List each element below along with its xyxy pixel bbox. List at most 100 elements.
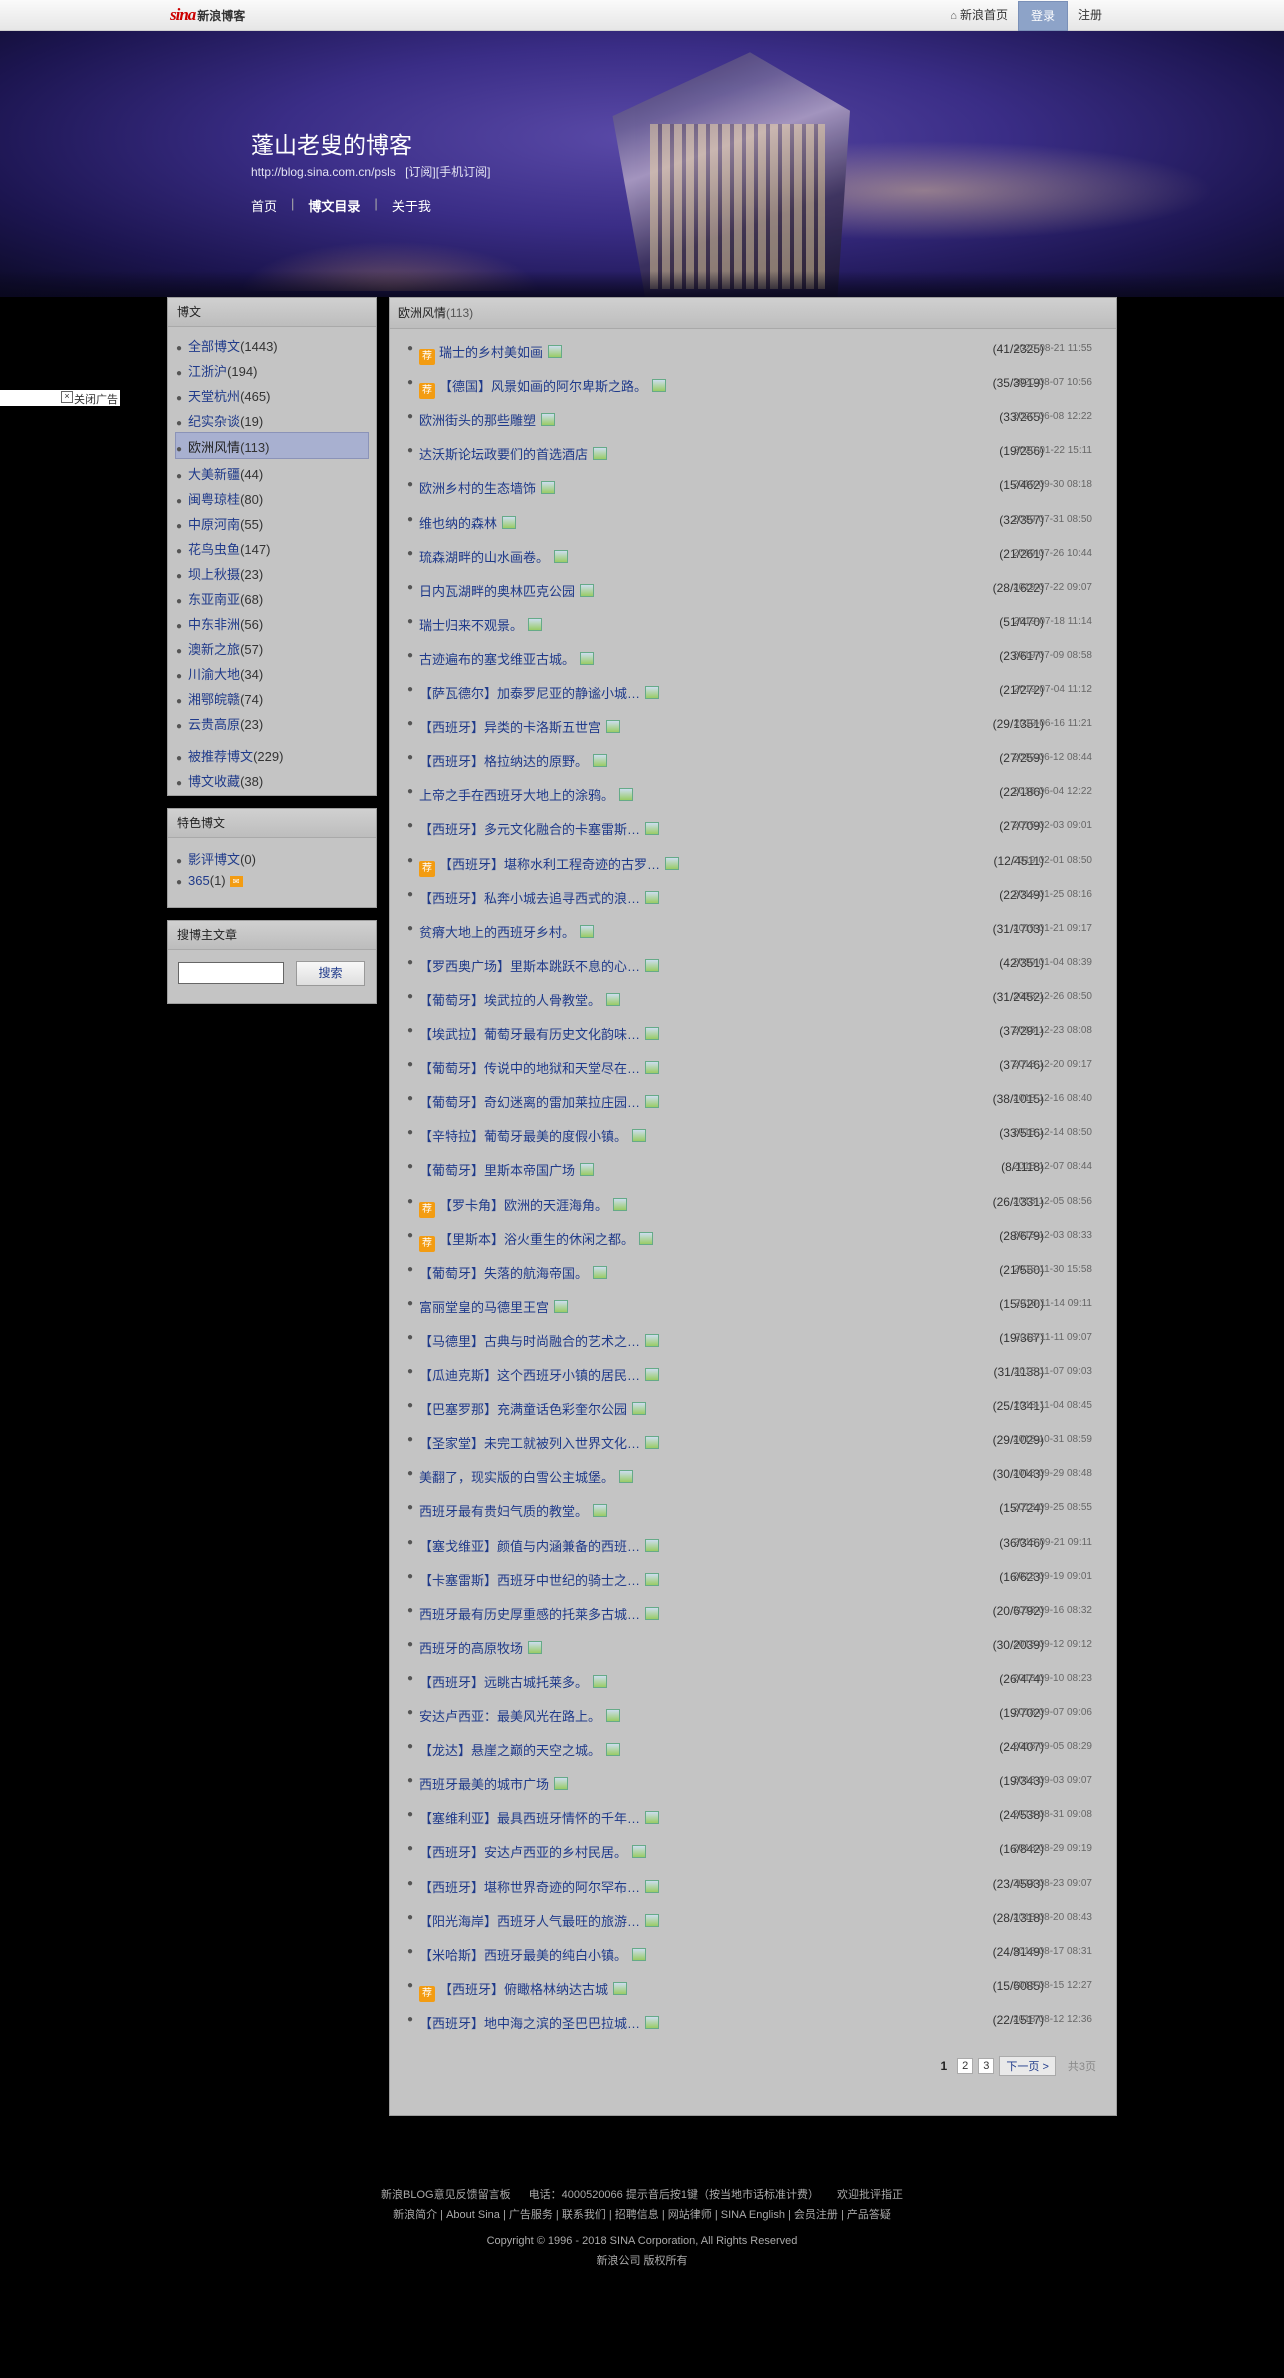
sidebar-category-item[interactable]: ● 川渝大地(34) xyxy=(176,664,263,683)
article-title-link[interactable]: 荐【罗卡角】欧洲的天涯海角。 xyxy=(419,1195,628,1218)
article-title-link[interactable]: 荐【西班牙】俯瞰格林纳达古城 xyxy=(419,1979,628,2002)
sidebar-category-item[interactable]: ● 澳新之旅(57) xyxy=(176,639,263,658)
footer-links[interactable]: 新浪简介 | About Sina | 广告服务 | 联系我们 | 招聘信息 |… xyxy=(0,2205,1284,2225)
article-title-link[interactable]: 【米哈斯】西班牙最美的纯白小镇。 xyxy=(419,1945,647,1964)
sidebar-category-item[interactable]: ● 纪实杂谈(19) xyxy=(176,411,263,430)
sina-home-link[interactable]: ⌂ 新浪首页 xyxy=(940,0,1018,30)
picture-icon xyxy=(580,584,595,597)
article-title-link[interactable]: 【西班牙】私奔小城去追寻西式的浪… xyxy=(419,888,660,907)
register-link[interactable]: 注册 xyxy=(1068,0,1112,30)
article-title-link[interactable]: 【葡萄牙】奇幻迷离的雷加莱拉庄园… xyxy=(419,1092,660,1111)
article-timestamp: 2019-07-04 11:12 xyxy=(1013,684,1092,695)
nav-about[interactable]: 关于我 xyxy=(392,196,431,215)
article-title-link[interactable]: 【圣家堂】未完工就被列入世界文化… xyxy=(419,1433,660,1452)
article-title-link[interactable]: 荐【里斯本】浴火重生的休闲之都。 xyxy=(419,1229,654,1252)
featured-item-film-review[interactable]: ● 影评博文(0) xyxy=(176,849,256,868)
article-title-link[interactable]: 欧洲乡村的生态墙饰 xyxy=(419,478,556,497)
article-title-link[interactable]: 【塞戈维亚】颜值与内涵兼备的西班… xyxy=(419,1536,660,1555)
sidebar-extra-item[interactable]: ● 博文收藏(38) xyxy=(176,771,263,790)
sidebar-category-item[interactable]: ● 天堂杭州(465) xyxy=(176,386,270,405)
article-title-link[interactable]: 【罗西奥广场】里斯本跳跃不息的心… xyxy=(419,956,660,975)
article-row: ● 古迹遍布的塞戈维亚古城。 (23/617) 2019-07-09 08:58 xyxy=(390,647,1116,669)
article-title-link[interactable]: 西班牙的高原牧场 xyxy=(419,1638,543,1657)
article-title-link[interactable]: 瑞士归来不观景。 xyxy=(419,615,543,634)
sidebar-category-item[interactable]: ● 中原河南(55) xyxy=(176,514,263,533)
article-title-link[interactable]: 西班牙最美的城市广场 xyxy=(419,1774,569,1793)
recommended-badge: 荐 xyxy=(419,861,435,877)
article-title-link[interactable]: 【卡塞雷斯】西班牙中世纪的骑士之… xyxy=(419,1570,660,1589)
nav-home[interactable]: 首页 xyxy=(251,196,277,215)
article-title-link[interactable]: 【西班牙】堪称世界奇迹的阿尔罕布… xyxy=(419,1877,660,1896)
page-3-link[interactable]: 3 xyxy=(978,2058,995,2074)
article-title-link[interactable]: 【瓜迪克斯】这个西班牙小镇的居民… xyxy=(419,1365,660,1384)
search-button[interactable]: 搜索 xyxy=(296,961,365,986)
article-title-link[interactable]: 【马德里】古典与时尚融合的艺术之… xyxy=(419,1331,660,1350)
article-title-link[interactable]: 【葡萄牙】埃武拉的人骨教堂。 xyxy=(419,990,621,1009)
article-title-link[interactable]: 【埃武拉】葡萄牙最有历史文化韵味… xyxy=(419,1024,660,1043)
article-title-link[interactable]: 【西班牙】格拉纳达的原野。 xyxy=(419,751,608,770)
nav-article-list[interactable]: 博文目录 xyxy=(308,196,360,215)
featured-item-365[interactable]: ● 365(1) ✉ xyxy=(176,873,243,888)
bullet-icon: ● xyxy=(176,393,183,404)
article-title-link[interactable]: 【巴塞罗那】充满童话色彩奎尔公园 xyxy=(419,1399,647,1418)
article-row: ● 荐【西班牙】俯瞰格林纳达古城 (15/6085) 2018-08-15 12:27 xyxy=(390,1977,1116,2002)
next-page-button[interactable]: 下一页 > xyxy=(999,2056,1056,2076)
article-title-link[interactable]: 达沃斯论坛政要们的首选酒店 xyxy=(419,444,608,463)
article-title-link[interactable]: 【西班牙】远眺古城托莱多。 xyxy=(419,1672,608,1691)
article-title-link[interactable]: 【西班牙】多元文化融合的卡塞雷斯… xyxy=(419,819,660,838)
page-2-link[interactable]: 2 xyxy=(957,2058,974,2074)
article-title-link[interactable]: 西班牙最有贵妇气质的教堂。 xyxy=(419,1501,608,1520)
article-title-link[interactable]: 【西班牙】地中海之滨的圣巴巴拉城… xyxy=(419,2013,660,2032)
article-title-link[interactable]: 西班牙最有历史厚重感的托莱多古城… xyxy=(419,1604,660,1623)
category-name: 欧洲风情 xyxy=(398,306,447,320)
article-title-link[interactable]: 维也纳的森林 xyxy=(419,513,517,532)
feedback-link[interactable]: 新浪BLOG意见反馈留言板 xyxy=(381,2189,511,2201)
search-input[interactable] xyxy=(178,962,284,984)
login-button[interactable]: 登录 xyxy=(1017,0,1068,31)
article-title-link[interactable]: 【葡萄牙】传说中的地狱和天堂尽在… xyxy=(419,1058,660,1077)
sidebar-category-item[interactable]: ● 东亚南亚(68) xyxy=(176,589,263,608)
article-title-link[interactable]: 富丽堂皇的马德里王宫 xyxy=(419,1297,569,1316)
article-title-link[interactable]: 【龙达】悬崖之巅的天空之城。 xyxy=(419,1740,621,1759)
article-title-link[interactable]: 欧洲街头的那些雕塑 xyxy=(419,410,556,429)
article-title-link[interactable]: 【塞维利亚】最具西班牙情怀的千年… xyxy=(419,1808,660,1827)
sidebar-category-item[interactable]: ● 闽粤琼桂(80) xyxy=(176,489,263,508)
article-title-link[interactable]: 【葡萄牙】失落的航海帝国。 xyxy=(419,1263,608,1282)
article-title-link[interactable]: 荐【西班牙】堪称水利工程奇迹的古罗… xyxy=(419,854,680,877)
sidebar-category-item[interactable]: ● 江浙沪(194) xyxy=(176,361,257,380)
article-title-link[interactable]: 美翻了，现实版的白雪公主城堡。 xyxy=(419,1467,634,1486)
sidebar-category-item[interactable]: ● 全部博文(1443) xyxy=(176,336,278,355)
article-title-link[interactable]: 【萨瓦德尔】加泰罗尼亚的静谧小城… xyxy=(419,683,660,702)
article-title-link[interactable]: 上帝之手在西班牙大地上的涂鸦。 xyxy=(419,785,634,804)
sidebar-category-item[interactable]: ● 大美新疆(44) xyxy=(176,464,263,483)
article-title-link[interactable]: 【西班牙】安达卢西亚的乡村民居。 xyxy=(419,1842,647,1861)
article-title-link[interactable]: 荐瑞士的乡村美如画 xyxy=(419,342,563,365)
blog-title[interactable]: 蓬山老叟的博客 xyxy=(251,126,412,160)
sina-blog-logo[interactable]: sina 新浪博客 xyxy=(170,5,245,25)
article-title-link[interactable]: 【辛特拉】葡萄牙最美的度假小镇。 xyxy=(419,1126,647,1145)
sidebar-category-item[interactable]: ● 坝上秋摄(23) xyxy=(176,564,263,583)
sidebar-category-item[interactable]: ● 欧洲风情(113) xyxy=(176,437,269,456)
article-title-link[interactable]: 日内瓦湖畔的奥林匹克公园 xyxy=(419,581,595,600)
article-row: ● 荐【里斯本】浴火重生的休闲之都。 (28/679) 2018-12-03 08:3… xyxy=(390,1227,1116,1252)
article-title-link[interactable]: 安达卢西亚：最美风光在路上。 xyxy=(419,1706,621,1725)
article-title-link[interactable]: 贫瘠大地上的西班牙乡村。 xyxy=(419,922,595,941)
article-title-link[interactable]: 琉森湖畔的山水画卷。 xyxy=(419,547,569,566)
article-row: ● 【葡萄牙】奇幻迷离的雷加莱拉庄园… (38/1015) 2018-12-16 08… xyxy=(390,1090,1116,1112)
blog-url[interactable]: http://blog.sina.com.cn/psls xyxy=(251,165,396,179)
article-timestamp: 2019-07-26 10:44 xyxy=(1013,548,1092,559)
subscribe-link[interactable]: [订阅] xyxy=(405,165,436,179)
sidebar-category-item[interactable]: ● 中东非洲(56) xyxy=(176,614,263,633)
article-title-link[interactable]: 【阳光海岸】西班牙人气最旺的旅游… xyxy=(419,1911,660,1930)
sidebar-category-item[interactable]: ● 云贵高原(23) xyxy=(176,714,263,733)
sidebar-extra-item[interactable]: ● 被推荐博文(229) xyxy=(176,746,283,765)
close-ad-strip[interactable]: × 关闭广告 xyxy=(0,390,120,406)
article-title-link[interactable]: 【葡萄牙】里斯本帝国广场 xyxy=(419,1160,595,1179)
sidebar-category-item[interactable]: ● 花鸟虫鱼(147) xyxy=(176,539,270,558)
picture-icon xyxy=(593,1504,608,1517)
article-title-link[interactable]: 【西班牙】异类的卡洛斯五世宫 xyxy=(419,717,621,736)
article-title-link[interactable]: 古迹遍布的塞戈维亚古城。 xyxy=(419,649,595,668)
sidebar-category-item[interactable]: ● 湘鄂皖赣(74) xyxy=(176,689,263,708)
mobile-subscribe-link[interactable]: [手机订阅] xyxy=(436,165,491,179)
article-title-link[interactable]: 荐【德国】风景如画的阿尔卑斯之路。 xyxy=(419,376,667,399)
